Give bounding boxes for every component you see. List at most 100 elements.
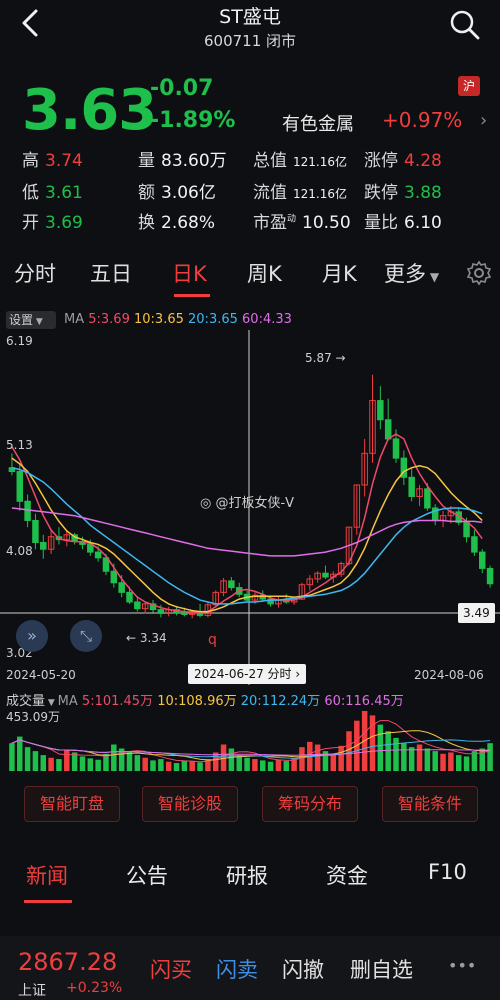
y-axis-top-label: 6.19 <box>6 334 33 348</box>
volume-bar <box>9 743 15 771</box>
volume-bar <box>283 761 290 771</box>
low-price-marker: ← 3.34 <box>126 631 167 645</box>
tab-f10[interactable]: F10 <box>428 860 467 884</box>
candle-body <box>463 521 470 538</box>
volume-bar <box>455 755 462 771</box>
search-button[interactable] <box>448 8 482 42</box>
tab-news[interactable]: 新闻 <box>26 860 68 890</box>
stat-label: 开 <box>22 213 39 233</box>
smart-monitor-button[interactable]: 智能盯盘 <box>24 786 120 822</box>
smart-condition-button[interactable]: 智能条件 <box>382 786 478 822</box>
volume-bar <box>134 755 141 771</box>
stat-item: 量比 6.10 <box>364 208 442 233</box>
chart-period-tabs: 分时 五日 日K 周K 月K 更多 ▼ <box>0 258 500 298</box>
index-change: +0.23% <box>66 980 123 996</box>
volume-bar <box>40 755 47 771</box>
cursor-date-label[interactable]: 2024-06-27 分时 › <box>188 664 307 684</box>
market-tag: 沪 <box>458 76 480 96</box>
volume-bar <box>32 751 39 771</box>
sector-name[interactable]: 有色金属 <box>282 110 354 136</box>
stat-value: 3.88 <box>404 183 442 203</box>
caret-down-icon: ▼ <box>33 317 43 327</box>
cursor-date-text: 2024-06-27 分时 <box>194 667 292 681</box>
stat-value: 3.06亿 <box>161 183 216 203</box>
stat-label: 量比 <box>364 213 398 233</box>
volume-bar <box>95 759 101 771</box>
flash-cancel-button[interactable]: 闪撤 <box>282 954 324 984</box>
stat-item: 市盈动 10.50 <box>253 208 351 233</box>
remove-watchlist-button[interactable]: 删自选 <box>350 954 413 984</box>
volume-bar <box>440 753 446 771</box>
volume-bar <box>197 762 203 771</box>
stat-label: 涨停 <box>364 151 398 171</box>
candle-body <box>32 519 39 544</box>
sector-change[interactable]: +0.97% <box>382 108 462 132</box>
tab-monthly-k[interactable]: 月K <box>322 258 357 288</box>
ma5-line <box>11 433 483 614</box>
active-tab-underline <box>174 294 210 297</box>
expand-chart-button[interactable]: » <box>16 620 48 652</box>
y-axis-mid-label: 4.08 <box>6 544 33 558</box>
candle-body <box>322 572 329 578</box>
ma-legend: MA 5:3.69 10:3.65 20:3.65 60:4.33 <box>64 312 292 327</box>
volume-bar <box>260 760 266 771</box>
ma-settings-label: 设置 <box>9 313 34 327</box>
stat-label: 市盈 <box>253 213 287 233</box>
zoom-chart-button[interactable]: ⤡ <box>70 620 102 652</box>
candle-body <box>126 591 133 603</box>
y-axis-upper-label: 5.13 <box>6 438 33 452</box>
date-start-label: 2024-05-20 <box>6 668 76 682</box>
watermark-text: @打板女侠-V <box>215 496 295 511</box>
search-icon <box>450 10 480 40</box>
volume-bar <box>181 760 188 771</box>
candle-body <box>392 438 400 459</box>
volume-bar <box>487 743 493 771</box>
volume-bar <box>252 759 258 771</box>
candle-body <box>478 551 486 569</box>
tab-announcements[interactable]: 公告 <box>126 860 168 890</box>
volume-bar <box>393 737 399 771</box>
tab-research[interactable]: 研报 <box>226 860 268 890</box>
tab-intraday[interactable]: 分时 <box>14 258 56 288</box>
flash-sell-button[interactable]: 闪卖 <box>216 954 258 984</box>
volume-bar <box>416 744 423 771</box>
volume-bar <box>111 744 117 771</box>
stat-value: 10.50 <box>302 213 351 233</box>
ma-settings-button[interactable]: 设置 ▼ <box>6 311 56 329</box>
more-icon[interactable]: ••• <box>448 956 476 975</box>
smart-diagnosis-button[interactable]: 智能诊股 <box>142 786 238 822</box>
ma20-value: 20:3.65 <box>188 312 238 327</box>
volume-bar <box>228 748 235 771</box>
stat-value: 3.74 <box>45 151 83 171</box>
flash-buy-button[interactable]: 闪买 <box>150 954 192 984</box>
volume-bar <box>275 759 282 771</box>
stat-item: 涨停 4.28 <box>364 146 442 171</box>
candle-body <box>87 543 94 553</box>
chevron-right-icon[interactable]: › <box>480 110 487 131</box>
stat-value: 3.61 <box>45 183 83 203</box>
candle-body <box>40 542 47 550</box>
double-chevron-right-icon: » <box>27 626 37 645</box>
stat-item: 量 83.60万 <box>138 146 227 171</box>
caret-down-icon: ▼ <box>426 270 440 284</box>
stat-item: 总值 121.16亿 <box>253 146 347 171</box>
tab-more[interactable]: 更多 ▼ <box>384 258 439 288</box>
candle-body <box>486 567 494 585</box>
candle-body <box>16 471 24 502</box>
stat-value: 3.69 <box>45 213 83 233</box>
chart-settings-button[interactable] <box>466 260 492 291</box>
index-value[interactable]: 2867.28 <box>18 948 117 976</box>
volume-chart[interactable] <box>0 705 500 773</box>
tab-weekly-k[interactable]: 周K <box>247 258 282 288</box>
volume-bar <box>463 756 470 771</box>
volume-bar <box>158 759 164 771</box>
footer-bar: 2867.28 上证 +0.23% 闪买 闪卖 闪撤 删自选 ••• <box>0 936 500 1000</box>
tab-five-day[interactable]: 五日 <box>90 258 132 288</box>
stat-label: 总值 <box>253 151 287 171</box>
tab-daily-k[interactable]: 日K <box>172 258 207 288</box>
gear-icon <box>466 260 492 286</box>
tab-funds[interactable]: 资金 <box>326 860 368 890</box>
chip-distribution-button[interactable]: 筹码分布 <box>262 786 358 822</box>
q-mark: q <box>208 632 217 648</box>
stat-label: 跌停 <box>364 183 398 203</box>
